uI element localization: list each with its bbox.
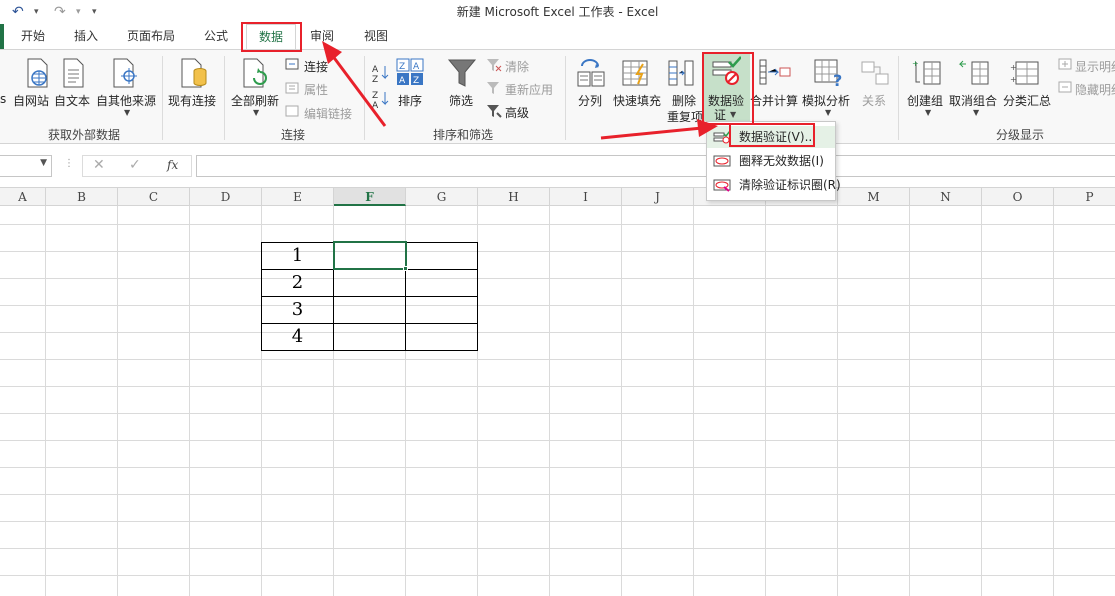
annotation-arrows [322, 41, 718, 140]
